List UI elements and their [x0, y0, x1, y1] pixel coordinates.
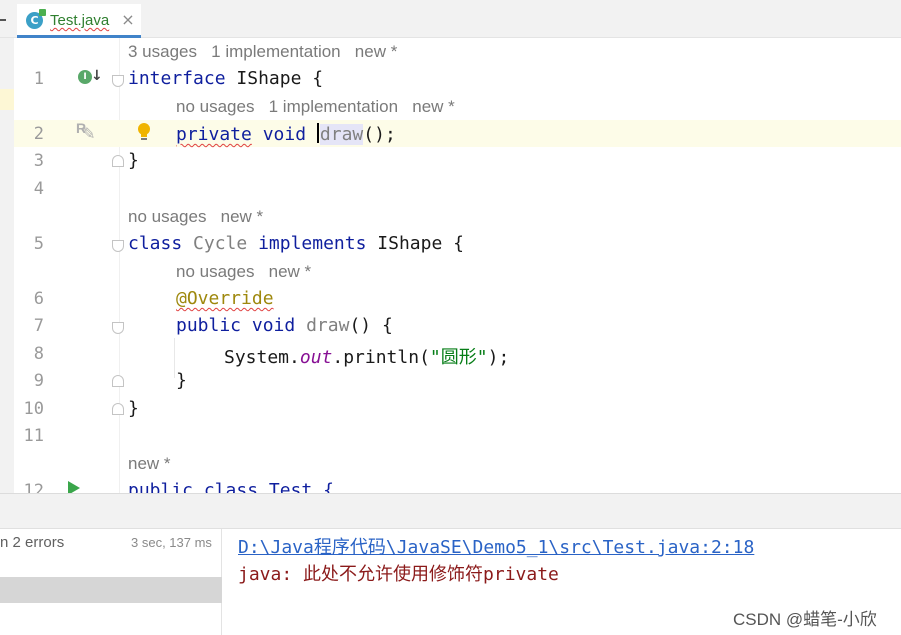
watermark: CSDN @蜡笔-小欣 [733, 610, 877, 629]
line-number: 6 [33, 289, 44, 309]
tab-label: Test.java [50, 12, 110, 29]
code-line-10[interactable]: } [128, 398, 139, 419]
line-number: 11 [23, 426, 44, 446]
code-line-1[interactable]: interface IShape { [128, 68, 323, 89]
line-number: 2 [33, 124, 44, 144]
run-icon[interactable] [68, 481, 80, 493]
code-line-3[interactable]: } [128, 150, 139, 171]
lightbulb-icon[interactable] [137, 122, 151, 142]
build-summary[interactable]: n 2 errors [0, 534, 64, 551]
line-number: 4 [33, 179, 44, 199]
line-number: 12 [23, 481, 44, 493]
fold-marker[interactable] [112, 240, 124, 252]
build-duration: 3 sec, 137 ms [131, 535, 212, 550]
code-line-12[interactable]: public class Test { [128, 480, 334, 493]
code-line-7[interactable]: public void draw() { [176, 315, 393, 336]
code-line-2[interactable]: private void draw(); [176, 123, 396, 145]
line-number: 10 [23, 399, 44, 419]
implemented-icon[interactable]: I [78, 70, 92, 84]
fold-marker[interactable] [112, 322, 124, 334]
line-number: 8 [33, 344, 44, 364]
line-number: 1 [33, 69, 44, 89]
build-panel-toolbar [0, 493, 901, 529]
error-location-link[interactable]: D:\Java程序代码\JavaSE\Demo5_1\src\Test.java… [238, 533, 754, 559]
editor-tab-bar: C Test.java × [0, 0, 901, 38]
build-results-tree[interactable]: n 2 errors 3 sec, 137 ms [0, 529, 222, 635]
go-to-implementation-icon[interactable]: ↓ [91, 68, 103, 84]
code-editor[interactable]: 1 2 3 4 5 6 7 8 9 10 11 12 I ↓ R ✎ 3 usa… [0, 38, 901, 493]
close-icon[interactable]: × [121, 10, 135, 29]
tab-bar-collapse-mark[interactable] [0, 19, 6, 21]
tab-test-java[interactable]: C Test.java × [17, 4, 141, 38]
line-number: 5 [33, 234, 44, 254]
fold-marker[interactable] [112, 375, 124, 387]
edit-pen-icon: ✎ [82, 124, 96, 143]
inlay-hint-usages[interactable]: new * [128, 454, 171, 474]
code-line-5[interactable]: class Cycle implements IShape { [128, 233, 464, 254]
line-number: 3 [33, 151, 44, 171]
selected-tree-row[interactable] [0, 577, 222, 603]
inlay-hint-usages[interactable]: no usages new * [176, 262, 311, 282]
inlay-hint-usages[interactable]: no usages 1 implementation new * [176, 97, 455, 117]
code-line-6[interactable]: @Override [176, 288, 274, 309]
error-message: java: 此处不允许使用修饰符private [238, 564, 559, 585]
line-number: 7 [33, 316, 44, 336]
fold-marker[interactable] [112, 155, 124, 167]
left-tool-strip [0, 38, 14, 493]
code-line-9[interactable]: } [176, 370, 187, 391]
editor-gutter [14, 38, 120, 493]
inlay-hint-usages[interactable]: 3 usages 1 implementation new * [128, 42, 397, 62]
text-caret [316, 123, 319, 143]
line-number: 9 [33, 371, 44, 391]
fold-marker[interactable] [112, 403, 124, 415]
left-strip-marker [0, 89, 14, 110]
java-class-icon: C [26, 9, 46, 29]
fold-marker[interactable] [112, 75, 124, 87]
code-line-8[interactable]: System.out.println("圆形"); [224, 343, 509, 369]
indent-guide [174, 338, 175, 378]
inlay-hint-usages[interactable]: no usages new * [128, 207, 263, 227]
